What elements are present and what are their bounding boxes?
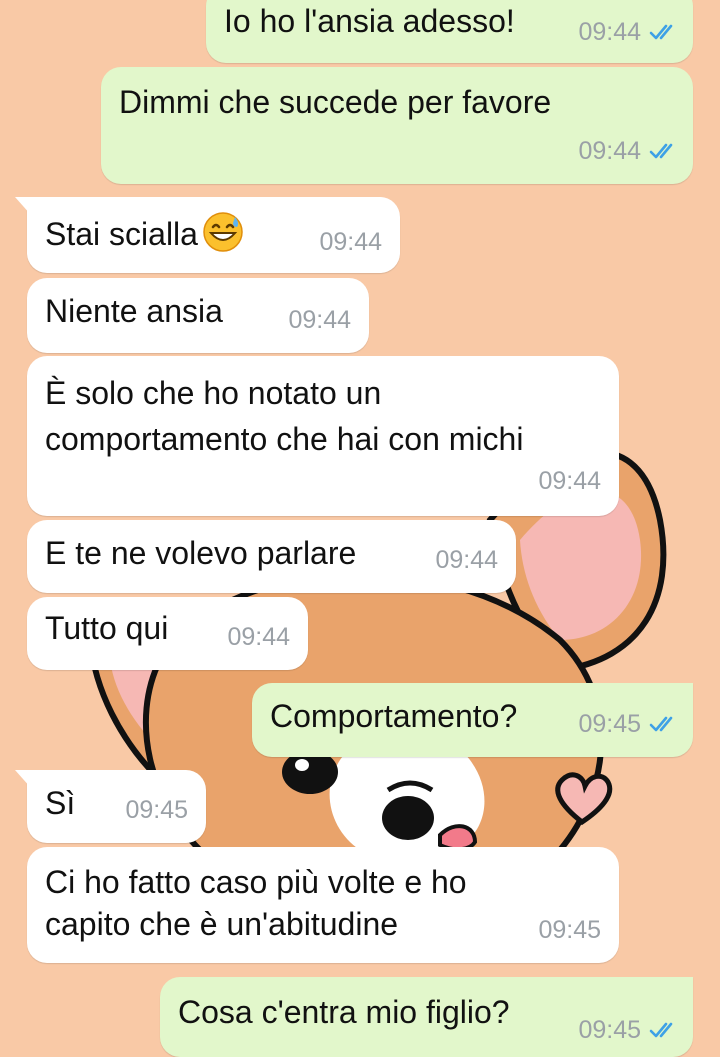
message-bubble-incoming[interactable]: E te ne volevo parlare 09:44 <box>27 520 516 593</box>
message-meta: 09:44 <box>435 539 498 581</box>
message-time: 09:44 <box>288 306 351 334</box>
message-meta: 09:44 <box>288 299 351 341</box>
message-meta: 09:44 <box>319 221 382 263</box>
message-time: 09:44 <box>578 137 641 165</box>
message-text: Io ho l'ansia adesso! <box>224 3 515 39</box>
message-bubble-incoming[interactable]: Niente ansia 09:44 <box>27 278 369 353</box>
message-bubble-outgoing[interactable]: Dimmi che succede per favore 09:44 <box>101 67 693 184</box>
message-text: Comportamento? <box>270 698 518 734</box>
message-bubble-outgoing[interactable]: Comportamento? 09:45 <box>252 683 693 757</box>
message-meta: 09:45 <box>125 789 188 831</box>
message-meta: 09:44 <box>578 11 679 53</box>
message-text: Niente ansia <box>45 293 223 329</box>
message-time: 09:45 <box>578 710 641 738</box>
message-time: 09:44 <box>435 546 498 574</box>
message-text: Sì <box>45 785 76 821</box>
message-text: Dimmi che succede per favore <box>119 84 552 120</box>
message-meta: 09:44 <box>227 616 290 658</box>
message-bubble-incoming[interactable]: Ci ho fatto caso più volte e ho capito c… <box>27 847 619 963</box>
message-bubble-incoming[interactable]: Sì 09:45 <box>15 770 206 843</box>
message-time: 09:45 <box>578 1016 641 1044</box>
read-double-check-icon <box>649 1022 673 1038</box>
message-text: Ci ho fatto caso più volte e ho capito c… <box>45 864 467 942</box>
message-text: Tutto qui <box>45 610 169 646</box>
message-text: Cosa c'entra mio figlio? <box>178 994 510 1030</box>
message-text: È solo che ho notato un comportamento ch… <box>45 375 524 457</box>
message-meta: 09:45 <box>538 909 601 951</box>
message-bubble-incoming[interactable]: È solo che ho notato un comportamento ch… <box>27 356 619 516</box>
message-time: 09:45 <box>125 796 188 824</box>
message-time: 09:45 <box>538 916 601 944</box>
message-bubble-incoming[interactable]: Stai scialla 09:44 <box>15 197 400 273</box>
message-time: 09:44 <box>538 467 601 495</box>
read-double-check-icon <box>649 143 673 159</box>
message-bubble-incoming[interactable]: Tutto qui 09:44 <box>27 597 308 670</box>
message-time: 09:44 <box>578 18 641 46</box>
message-meta: 09:45 <box>578 1009 679 1051</box>
grinning-sweat-emoji <box>203 212 243 252</box>
message-text: E te ne volevo parlare <box>45 535 357 571</box>
read-double-check-icon <box>649 24 673 40</box>
message-text-content: Stai scialla <box>45 216 198 252</box>
read-double-check-icon <box>649 716 673 732</box>
message-time: 09:44 <box>319 228 382 256</box>
message-bubble-outgoing[interactable]: Cosa c'entra mio figlio? 09:45 <box>160 977 693 1057</box>
message-time: 09:44 <box>227 623 290 651</box>
message-meta: 09:45 <box>578 703 679 745</box>
bubble-tail <box>15 770 31 788</box>
message-meta: 09:44 <box>578 130 679 172</box>
message-text: Stai scialla <box>45 211 244 255</box>
bubble-tail <box>15 197 31 215</box>
message-meta: 09:44 <box>538 460 601 502</box>
message-bubble-outgoing[interactable]: Io ho l'ansia adesso! 09:44 <box>206 0 693 63</box>
